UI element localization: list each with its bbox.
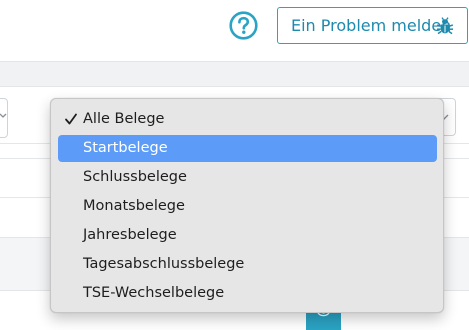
question-circle-icon[interactable] (229, 11, 258, 40)
menu-item-label: Tagesabschlussbelege (83, 256, 245, 272)
menu-item-label: TSE-Wechselbelege (83, 285, 225, 301)
menu-item-jahresbelege[interactable]: Jahresbelege (58, 222, 437, 249)
menu-item-label: Monatsbelege (83, 198, 185, 214)
report-problem-button[interactable]: Ein Problem melden (277, 7, 468, 44)
menu-item-alle-belege[interactable]: Alle Belege (58, 106, 437, 133)
menu-item-label: Schlussbelege (83, 169, 187, 185)
menu-item-label: Startbelege (83, 140, 168, 156)
menu-item-schlussbelege[interactable]: Schlussbelege (58, 164, 437, 191)
belegtyp-dropdown-menu: Alle Belege Startbelege Schlussbelege Mo… (50, 98, 444, 313)
chevron-down-icon (0, 113, 7, 118)
menu-item-startbelege[interactable]: Startbelege (58, 135, 437, 162)
bug-icon (436, 17, 454, 35)
checkmark-icon (65, 113, 77, 125)
menu-item-label: Jahresbelege (83, 227, 177, 243)
menu-item-label: Alle Belege (83, 111, 165, 127)
menu-item-tagesabschlussbelege[interactable]: Tagesabschlussbelege (58, 251, 437, 278)
menu-item-monatsbelege[interactable]: Monatsbelege (58, 193, 437, 220)
menu-item-tse-wechselbelege[interactable]: TSE-Wechselbelege (58, 280, 437, 307)
page: Ein Problem melden Alle Belege Startbele… (0, 0, 469, 330)
report-problem-label: Ein Problem melden (291, 16, 452, 35)
table-header-band (0, 61, 469, 87)
